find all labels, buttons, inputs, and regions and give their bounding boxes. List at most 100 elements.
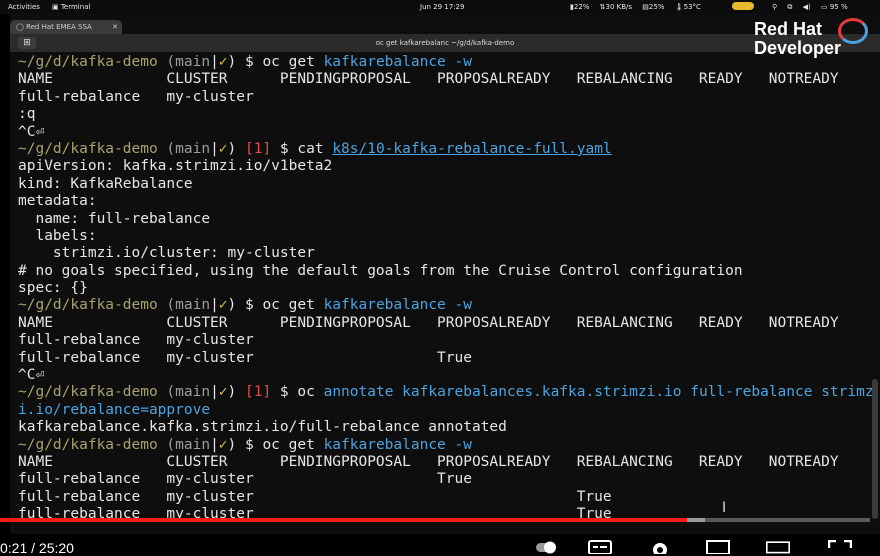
terminal-text-segment: oc get (262, 54, 324, 70)
terminal-text-segment: full-rebalance my-cluster True (18, 349, 472, 366)
terminal-text-segment: ( (166, 140, 176, 157)
tab-label: Red Hat EMEA SSA (26, 23, 92, 31)
terminal-text-segment: ( (166, 54, 176, 70)
recording-indicator[interactable] (732, 0, 754, 14)
terminal-text-segment: # no goals specified, using the default … (18, 262, 743, 279)
video-progress-bar[interactable] (0, 518, 870, 522)
terminal-text-segment: ( (166, 436, 176, 453)
terminal-line: ^C⏎ (18, 124, 878, 141)
system-top-bar: Activities ▣ Terminal Jun 29 17:29 ▮22% … (0, 0, 880, 14)
terminal-text-segment: | (210, 384, 219, 401)
terminal-line: spec: {} (18, 280, 878, 297)
terminal-line: ~/g/d/kafka-demo (main|✓) $ oc get kafka… (18, 54, 878, 71)
terminal-text-segment: main (175, 54, 211, 70)
terminal-line: full-rebalance my-cluster True (18, 489, 878, 506)
window-title: oc get kafkarebalanc ~/g/d/kafka-demo (375, 39, 515, 47)
app-menu[interactable]: ▣ Terminal (52, 0, 90, 14)
tray-icons[interactable]: ⚲ ⧉ ◀) ▭ 95 % (772, 0, 848, 14)
terminal-line: ~/g/d/kafka-demo (main|✓) [1] $ oc annot… (18, 384, 878, 401)
terminal-text-segment: NAME CLUSTER PENDINGPROPOSAL PROPOSALREA… (18, 314, 839, 331)
terminal-headerbar: ⊞ oc get kafkarebalanc ~/g/d/kafka-demo (10, 34, 880, 52)
subtitles-icon[interactable] (588, 540, 612, 554)
terminal-text-segment: strimzi.io/cluster: my-cluster (18, 245, 315, 262)
text-cursor-icon: I (722, 500, 727, 516)
terminal-text-segment: kafkarebalance.kafka.strimzi.io/full-reb… (18, 419, 507, 436)
red-hat-developer-logo: Red Hat Developer (754, 20, 841, 58)
terminal-line: :q (18, 106, 878, 123)
tab-favicon-icon: ◯ (16, 23, 27, 31)
terminal-line: metadata: (18, 193, 878, 210)
terminal-text-segment: i.io/rebalance=approve (18, 401, 211, 418)
terminal-text-segment: main (175, 140, 211, 157)
terminal-line: ^C⏎ (18, 367, 878, 384)
terminal-text-segment: $ cat (271, 140, 333, 157)
terminal-text-segment: ( (166, 297, 176, 314)
terminal-line: NAME CLUSTER PENDINGPROPOSAL PROPOSALREA… (18, 454, 878, 471)
terminal-text-segment: | (210, 297, 219, 314)
clock[interactable]: Jun 29 17:29 (420, 0, 464, 14)
terminal-text-segment: annotate kafkarebalances.kafka.strimzi.i… (323, 384, 874, 401)
terminal-text-segment: ) (227, 140, 245, 157)
accessibility-icon: ⚲ (772, 3, 778, 11)
video-controls: 0:21 / 25:20 (0, 530, 880, 556)
terminal-text-segment: labels: (18, 227, 97, 244)
fullscreen-icon[interactable] (828, 540, 852, 554)
terminal-text-segment: ✓ (218, 436, 228, 453)
terminal-line: ~/g/d/kafka-demo (main|✓) $ oc get kafka… (18, 297, 878, 314)
terminal-app-icon: ▣ (52, 3, 61, 11)
brand-line1: Red Hat (754, 19, 823, 39)
status-indicators[interactable]: ▮22% ⇅30 KB/s ▤25% 🌡53°C (570, 0, 701, 14)
terminal-text-segment: ^C⏎ (18, 123, 45, 140)
terminal-text-segment: kafkarebalance -w (323, 297, 472, 314)
terminal-text-segment: full-rebalance my-cluster (18, 332, 254, 349)
network-value: 30 KB/s (605, 3, 633, 11)
app-name: Terminal (60, 3, 91, 11)
terminal-text-segment: ✓ (218, 297, 228, 314)
terminal-line: labels: (18, 228, 878, 245)
terminal-text-segment: main (175, 384, 211, 401)
terminal-text-segment: [1] (245, 140, 272, 157)
terminal-text-segment: NAME CLUSTER PENDINGPROPOSAL PROPOSALREA… (18, 453, 839, 470)
terminal-line: kind: KafkaRebalance (18, 176, 878, 193)
terminal-text-segment: main (175, 297, 211, 314)
terminal-text-segment: kafkarebalance -w (323, 436, 472, 453)
terminal-line: NAME CLUSTER PENDINGPROPOSAL PROPOSALREA… (18, 315, 878, 332)
terminal-text-segment: ) $ (227, 297, 263, 314)
terminal-line: NAME CLUSTER PENDINGPROPOSAL PROPOSALREA… (18, 71, 878, 88)
terminal-text-segment: ) (227, 384, 245, 401)
miniplayer-icon[interactable] (706, 540, 730, 554)
temperature-value: 53°C (683, 3, 701, 11)
cpu-value: 22% (573, 3, 590, 11)
browser-tab[interactable]: ◯ Red Hat EMEA SSA ✕ (10, 20, 122, 34)
terminal-text-segment: ~/g/d/kafka-demo (18, 384, 167, 401)
terminal-text-segment: full-rebalance my-cluster True (18, 488, 612, 505)
terminal-text-segment: $ oc (271, 384, 324, 401)
terminal-text-segment[interactable]: k8s/10-kafka-rebalance-full.yaml (332, 141, 611, 157)
brand-line2: Developer (754, 38, 842, 58)
terminal-text-segment: ~/g/d/kafka-demo (18, 436, 167, 453)
activities-button[interactable]: Activities (8, 0, 40, 14)
terminal-scrollbar[interactable] (872, 379, 878, 519)
terminal-text-segment: oc get (262, 436, 324, 453)
terminal-text-segment: | (210, 436, 219, 453)
terminal-text-segment: ~/g/d/kafka-demo (18, 297, 167, 314)
terminal-text-segment: ~/g/d/kafka-demo (18, 140, 167, 157)
terminal-line: apiVersion: kafka.strimzi.io/v1beta2 (18, 158, 878, 175)
terminal-line: full-rebalance my-cluster (18, 332, 878, 349)
terminal-output[interactable]: ~/g/d/kafka-demo (main|✓) $ oc get kafka… (18, 54, 878, 534)
terminal-text-segment: full-rebalance my-cluster (18, 88, 254, 105)
terminal-text-segment: spec: {} (18, 280, 88, 297)
terminal-line: ~/g/d/kafka-demo (main|✓) [1] $ cat k8s/… (18, 141, 878, 158)
settings-gear-icon[interactable] (648, 540, 672, 554)
terminal-text-segment: [1] (245, 384, 272, 401)
battery-value: 95 % (829, 3, 848, 11)
theater-mode-icon[interactable] (766, 540, 790, 554)
terminal-text-segment: metadata: (18, 193, 97, 210)
memory-icon: ▤ (642, 3, 649, 11)
video-played-bar (0, 518, 688, 522)
terminal-line: # no goals specified, using the default … (18, 263, 878, 280)
tab-close-icon[interactable]: ✕ (112, 20, 118, 34)
terminal-text-segment: full-rebalance my-cluster True (18, 471, 472, 488)
autoplay-toggle-icon[interactable] (536, 540, 560, 554)
video-timecode: 0:21 / 25:20 (0, 540, 74, 556)
